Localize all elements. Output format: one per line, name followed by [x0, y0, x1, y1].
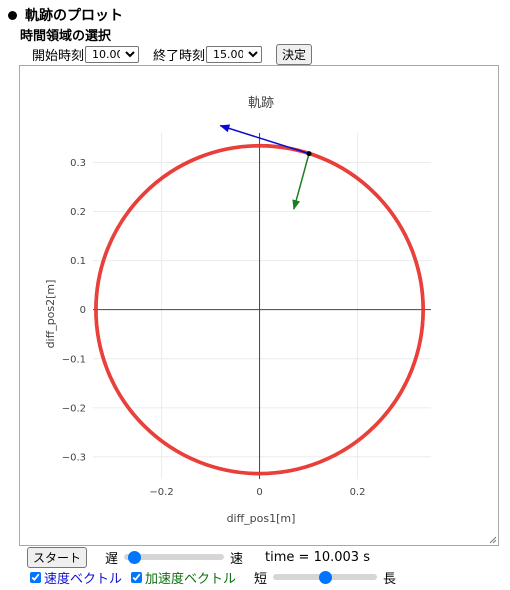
acceleration-checkbox[interactable]	[131, 571, 143, 583]
start-button[interactable]: スタート	[27, 546, 88, 568]
x-tick-label: −0.2	[149, 487, 173, 498]
y-tick-label: −0.2	[62, 403, 86, 414]
y-tick-label: 0.1	[70, 256, 86, 267]
y-tick-label: 0.2	[70, 207, 86, 218]
y-tick-label: 0.3	[70, 158, 86, 169]
velocity-checkbox[interactable]	[30, 571, 41, 583]
x-tick-label: 0	[256, 487, 262, 498]
trajectory-chart: 軌跡 −0.2 0 0.2 −0.3 −0.2 −0.1 0 0.1 0.2 0.3 diff_p…	[44, 95, 431, 525]
acceleration-label: 加速度ベクトル	[145, 571, 237, 587]
y-tick-label: 0	[80, 305, 86, 316]
y-tick-label: −0.3	[62, 452, 86, 463]
apply-button[interactable]: 決定	[276, 44, 313, 65]
start-time-select[interactable]: 10.003	[85, 46, 140, 63]
x-tick-label: 0.2	[350, 487, 366, 498]
playback-controls: スタート 遅 速 time = 10.003 s	[27, 546, 370, 568]
velocity-label: 速度ベクトル	[44, 571, 123, 587]
fast-label: 速	[230, 551, 244, 567]
vector-controls: 速度ベクトル 加速度ベクトル 短 長	[27, 567, 396, 587]
end-time-label: 終了時刻	[153, 49, 206, 64]
short-label: 短	[254, 571, 268, 587]
y-axis-label: diff_pos2[m]	[44, 280, 57, 349]
section-heading: 軌跡のプロット	[8, 5, 123, 25]
vector-length-slider[interactable]	[273, 574, 378, 580]
start-time-label: 開始時刻	[32, 49, 85, 64]
x-axis-label: diff_pos1[m]	[227, 512, 296, 525]
time-readout: time = 10.003 s	[265, 549, 370, 565]
bullet-icon	[8, 10, 17, 20]
y-tick-label: −0.1	[62, 354, 86, 365]
resize-handle-icon[interactable]	[489, 536, 497, 544]
time-range-subheading: 時間領域の選択	[20, 29, 112, 44]
heading-text: 軌跡のプロット	[25, 8, 123, 24]
tick-labels: −0.2 0 0.2 −0.3 −0.2 −0.1 0 0.1 0.2 0.3	[62, 158, 366, 498]
acceleration-vector	[292, 153, 310, 211]
end-time-select[interactable]: 15.003	[206, 46, 263, 63]
plot-area[interactable]: 軌跡 −0.2 0 0.2 −0.3 −0.2 −0.1 0 0.1 0.2 0.3 diff_p…	[19, 65, 499, 546]
long-label: 長	[383, 571, 397, 587]
speed-slider[interactable]	[124, 554, 225, 560]
time-range-row: 開始時刻 10.003 終了時刻 15.003 決定	[32, 44, 313, 65]
current-position-point	[306, 151, 312, 157]
chart-title: 軌跡	[248, 95, 274, 111]
slow-label: 遅	[105, 551, 119, 567]
